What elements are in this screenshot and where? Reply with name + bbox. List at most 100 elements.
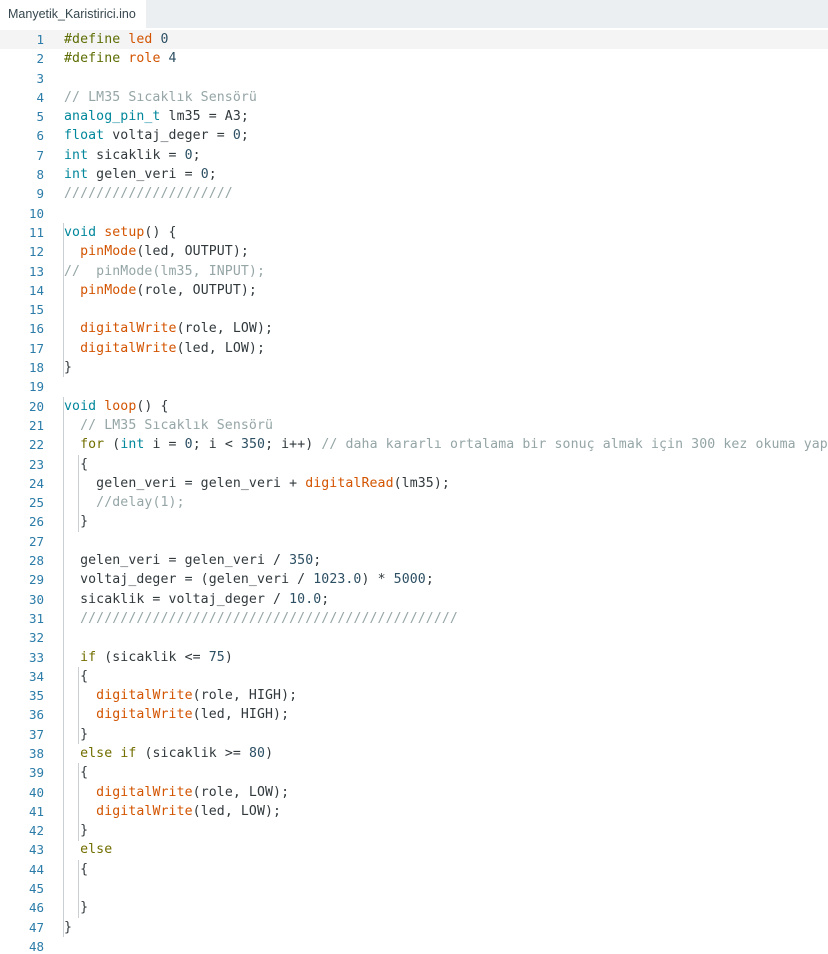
line-number: 10 xyxy=(28,205,44,221)
code-line[interactable]: 3 xyxy=(0,69,828,88)
code-line-text: } xyxy=(52,512,828,531)
code-line[interactable]: 17 digitalWrite(led, LOW); xyxy=(0,339,828,358)
line-number: 24 xyxy=(28,475,44,491)
code-line[interactable]: 8 int gelen_veri = 0; xyxy=(0,165,828,184)
code-line[interactable]: 46 } xyxy=(0,898,828,917)
code-line[interactable]: 35 digitalWrite(role, HIGH); xyxy=(0,686,828,705)
code-token-pln: { xyxy=(64,861,89,877)
code-line[interactable]: 25 //delay(1); xyxy=(0,493,828,512)
code-line[interactable]: 42 } xyxy=(0,821,828,840)
code-token-fn: digitalWrite xyxy=(96,688,193,704)
code-line[interactable]: 13 // pinMode(lm35, INPUT); xyxy=(0,262,828,281)
code-line[interactable]: 11 void setup() { xyxy=(0,223,828,242)
code-token-pln: gelen_veri = gelen_veri / xyxy=(64,553,290,569)
code-line[interactable]: 40 digitalWrite(role, LOW); xyxy=(0,783,828,802)
line-number: 17 xyxy=(28,340,44,356)
code-line[interactable]: 37 } xyxy=(0,725,828,744)
code-token-pln xyxy=(64,785,96,800)
code-line[interactable]: 43 else xyxy=(0,840,828,859)
code-line[interactable]: 24 gelen_veri = gelen_veri + digitalRead… xyxy=(0,474,828,493)
code-token-kw: if xyxy=(80,649,97,665)
code-token-cmt: //delay(1); xyxy=(96,495,185,511)
line-number: 1 xyxy=(36,32,44,47)
code-token-pln: } xyxy=(64,823,89,839)
code-line[interactable]: 29 voltaj_deger = (gelen_veri / 1023.0) … xyxy=(0,570,828,589)
code-line[interactable]: 39 { xyxy=(0,763,828,782)
code-line[interactable]: 1 #define led 0 xyxy=(0,30,828,50)
line-number: 5 xyxy=(36,109,44,125)
code-token-num: 350 xyxy=(289,553,314,569)
code-line[interactable]: 5 analog_pin_t lm35 = A3; xyxy=(0,107,828,126)
code-line[interactable]: 12 pinMode(led, OUTPUT); xyxy=(0,242,828,261)
code-line[interactable]: 45 xyxy=(0,879,828,898)
code-token-num: 0 xyxy=(160,32,169,47)
code-line[interactable]: 30 sicaklik = voltaj_deger / 10.0; xyxy=(0,590,828,609)
code-token-num: 5000 xyxy=(393,572,426,588)
indent-guide xyxy=(78,859,79,918)
code-line[interactable]: 31 /////////////////////////////////////… xyxy=(0,609,828,628)
line-number: 40 xyxy=(28,784,44,800)
line-number: 48 xyxy=(28,938,44,954)
code-line[interactable]: 20 void loop() { xyxy=(0,397,828,416)
code-token-pln: { xyxy=(64,456,89,472)
code-line[interactable]: 21 // LM35 Sıcaklık Sensörü xyxy=(0,416,828,435)
code-line-text: voltaj_deger = (gelen_veri / 1023.0) * 5… xyxy=(52,570,828,589)
code-token-pln: (role, LOW); xyxy=(192,784,290,800)
code-token-pln: } xyxy=(64,360,73,376)
code-line[interactable]: 6 float voltaj_deger = 0; xyxy=(0,126,828,145)
line-number: 23 xyxy=(28,456,44,472)
code-line[interactable]: 18} xyxy=(0,358,828,377)
code-line-text xyxy=(52,937,828,954)
code-line-text: int sicaklik = 0; xyxy=(52,146,828,165)
line-number: 21 xyxy=(28,417,44,433)
code-token-cmt: // LM35 Sıcaklık Sensörü xyxy=(64,89,257,105)
line-number: 25 xyxy=(28,495,44,511)
code-line[interactable]: 44 { xyxy=(0,860,828,879)
code-line[interactable]: 47} xyxy=(0,918,828,937)
code-line[interactable]: 10 xyxy=(0,204,828,223)
code-token-pln xyxy=(64,244,80,259)
code-line[interactable]: 14 pinMode(role, OUTPUT); xyxy=(0,281,828,300)
code-line[interactable]: 23 { xyxy=(0,455,828,474)
code-token-pln: gelen_veri = gelen_veri + xyxy=(64,475,306,491)
code-line[interactable]: 26 } xyxy=(0,512,828,531)
code-line[interactable]: 9 ///////////////////// xyxy=(0,184,828,203)
line-number: 34 xyxy=(28,668,44,684)
code-line[interactable]: 27 xyxy=(0,532,828,551)
code-line-text: { xyxy=(52,667,828,686)
code-line[interactable]: 15 xyxy=(0,300,828,319)
code-line[interactable]: 22 for (int i = 0; i < 350; i++) // daha… xyxy=(0,435,828,454)
line-number: 22 xyxy=(28,437,44,453)
code-line-text xyxy=(52,532,828,551)
code-line[interactable]: 2 #define role 4 xyxy=(0,49,828,68)
code-token-pln: voltaj_deger = (gelen_veri / xyxy=(64,572,314,588)
code-line[interactable]: 34 { xyxy=(0,667,828,686)
code-token-pln xyxy=(64,688,96,703)
tab-manyetik-karistirici[interactable]: Manyetik_Karistirici.ino xyxy=(0,0,146,28)
code-area[interactable]: 1 #define led 0 2 #define role 43 4// LM35 … xyxy=(0,28,828,954)
code-line[interactable]: 48 xyxy=(0,937,828,954)
code-token-fn: digitalWrite xyxy=(80,340,177,356)
code-line[interactable]: 16 digitalWrite(role, LOW); xyxy=(0,319,828,338)
code-line[interactable]: 7 int sicaklik = 0; xyxy=(0,146,828,165)
code-line[interactable]: 33 if (sicaklik <= 75) xyxy=(0,648,828,667)
code-line[interactable]: 28 gelen_veri = gelen_veri / 350; xyxy=(0,551,828,570)
code-line[interactable]: 38 else if (sicaklik >= 80) xyxy=(0,744,828,763)
code-line[interactable]: 4 // LM35 Sıcaklık Sensörü xyxy=(0,88,828,107)
code-line[interactable]: 41 digitalWrite(led, LOW); xyxy=(0,802,828,821)
line-number: 47 xyxy=(28,919,44,935)
code-line-text: int gelen_veri = 0; xyxy=(52,165,828,184)
code-token-pln: } xyxy=(64,900,89,916)
code-line[interactable]: 19 xyxy=(0,377,828,396)
code-token-pln: (role, LOW); xyxy=(176,321,274,337)
code-token-pln: (led, LOW); xyxy=(192,803,282,819)
code-token-pln xyxy=(64,650,80,665)
code-token-pre: #define xyxy=(64,51,121,67)
code-token-pln: gelen_veri = xyxy=(88,167,201,183)
code-token-type: void xyxy=(64,398,97,414)
code-token-fn: digitalWrite xyxy=(96,784,193,800)
code-editor[interactable]: 1 #define led 0 2 #define role 43 4// LM35 … xyxy=(0,28,828,954)
code-line[interactable]: 36 digitalWrite(led, HIGH); xyxy=(0,705,828,724)
code-token-num: 10.0 xyxy=(289,591,322,607)
code-line[interactable]: 32 xyxy=(0,628,828,647)
